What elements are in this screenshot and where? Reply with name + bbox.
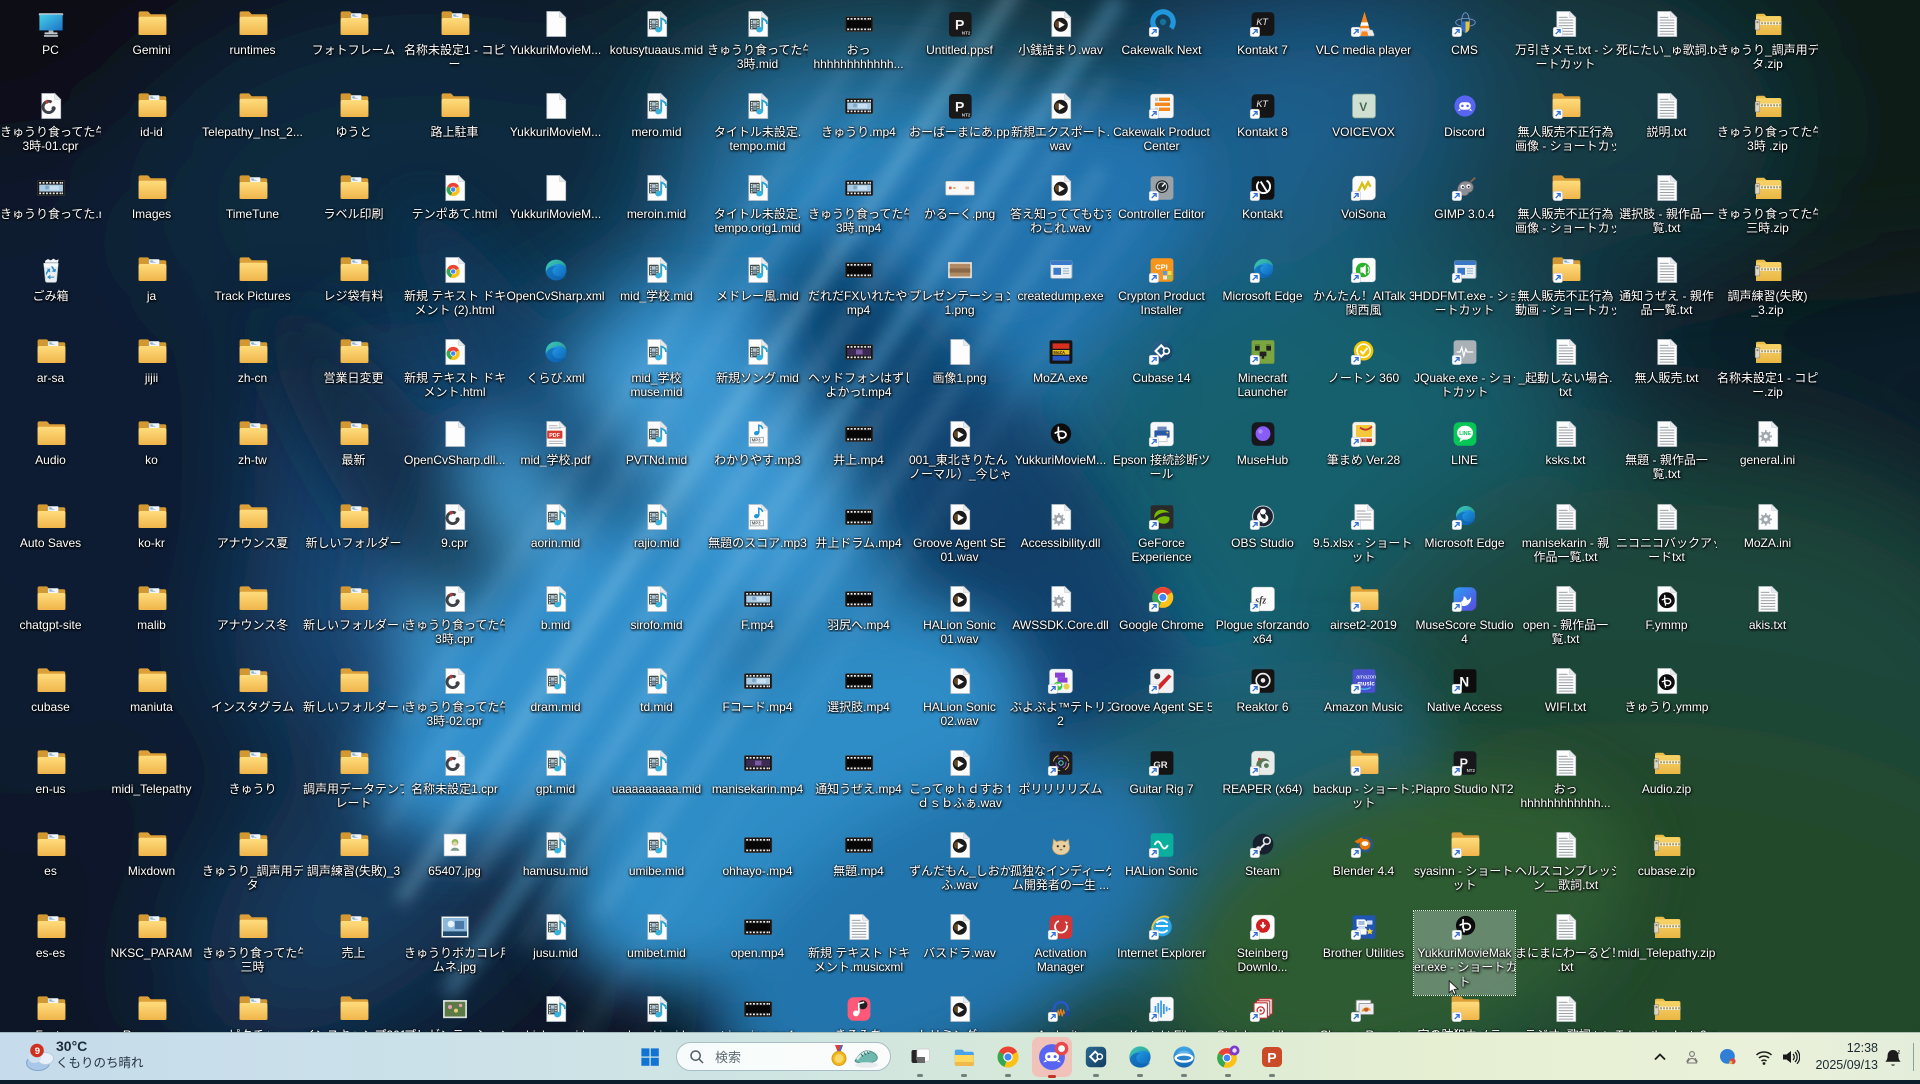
svg-text:z: z xyxy=(1898,1050,1901,1056)
